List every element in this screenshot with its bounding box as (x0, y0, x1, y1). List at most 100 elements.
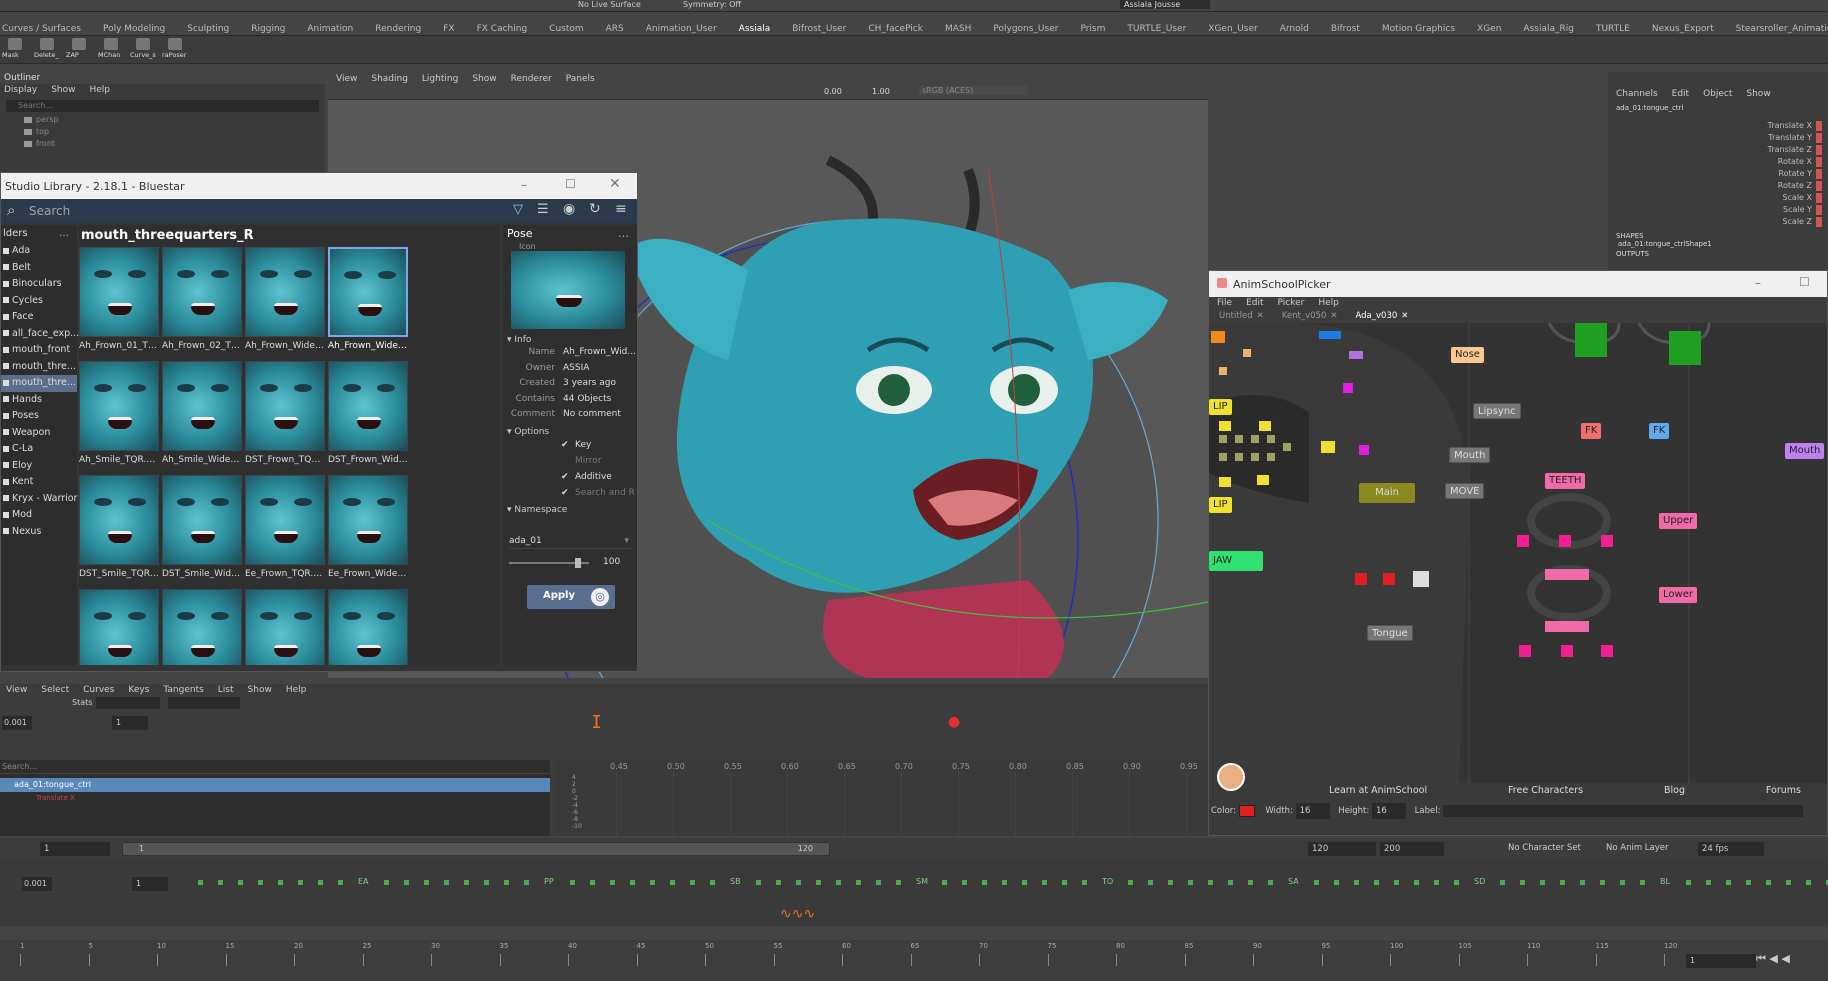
option-checkbox[interactable]: ✔ Additive (561, 469, 637, 485)
close-icon[interactable]: ✕ (1401, 311, 1408, 321)
filter-icon[interactable]: ▽ (513, 202, 523, 217)
shelf-button[interactable]: raPoser (162, 38, 190, 62)
pose-item[interactable]: DST_Smile_Wide_TQ... (162, 475, 242, 583)
shelf-button[interactable]: Mask (2, 38, 30, 62)
folder-item[interactable]: Mod (1, 507, 77, 524)
shelf-tab[interactable]: Animation (307, 24, 353, 34)
key-dot[interactable] (198, 880, 203, 885)
blend-slider[interactable]: 100 (503, 555, 637, 571)
channel-attribute[interactable]: Translate Z (1608, 144, 1822, 156)
maximize-icon[interactable]: ☐ (1799, 275, 1810, 289)
picker-control[interactable] (1321, 441, 1335, 453)
mouth-control-right[interactable]: Mouth (1785, 443, 1825, 459)
pose-item[interactable]: Ah_Frown_Wide_02_... (328, 247, 408, 355)
picker-control[interactable] (1251, 435, 1259, 443)
sliders-icon[interactable]: ☰ (537, 202, 549, 217)
picker-control[interactable] (1251, 453, 1259, 461)
graph-editor-menu-item[interactable]: Keys (128, 685, 149, 695)
key-dot[interactable] (464, 880, 469, 885)
shelf-tab[interactable]: Stearsroller_Animation (1736, 24, 1828, 34)
key-dot[interactable] (1686, 880, 1691, 885)
shelf-tab[interactable]: Nexus_Export (1652, 24, 1714, 34)
shelf-tab[interactable]: Poly Modeling (103, 24, 165, 34)
graph-editor-menu-item[interactable]: Select (41, 685, 69, 695)
symmetry-label[interactable]: Symmetry: Off (683, 0, 741, 9)
more-icon[interactable]: … (618, 225, 629, 243)
shelf-tab[interactable]: XGen_User (1208, 24, 1257, 34)
picker-control[interactable] (1235, 435, 1243, 443)
key-dot[interactable] (1002, 880, 1007, 885)
picker-control[interactable] (1517, 535, 1529, 547)
key-dot[interactable] (1354, 880, 1359, 885)
picker-control[interactable] (1545, 621, 1589, 632)
shelf-tab[interactable]: Curves / Surfaces (2, 24, 81, 34)
shelf-tab[interactable]: Arnold (1280, 24, 1309, 34)
graph-editor-menu-item[interactable]: List (218, 685, 234, 695)
pose-item[interactable] (245, 589, 325, 665)
pose-item[interactable]: Ah_Smile_TQR.pose (79, 361, 159, 469)
channel-menu-item[interactable]: Channels (1616, 89, 1658, 99)
key-dot[interactable] (876, 880, 881, 885)
fk-left-control[interactable]: FK (1581, 423, 1602, 439)
range-bar[interactable]: 1 120 (122, 842, 830, 856)
camera-icon[interactable]: ◎ (591, 587, 609, 606)
minimize-icon[interactable]: – (521, 178, 527, 192)
picker-menu-item[interactable]: File (1217, 298, 1232, 308)
anim-tool-label[interactable]: BL (1660, 877, 1670, 886)
shelf-button[interactable]: ZAP (66, 38, 94, 62)
step-key-icon[interactable]: ⵊ (592, 712, 601, 733)
anim-tool-label[interactable]: SM (916, 877, 928, 886)
picker-menu-item[interactable]: Help (1318, 298, 1339, 308)
key-dot[interactable] (1334, 880, 1339, 885)
nose-control[interactable]: Nose (1451, 347, 1484, 363)
key-dot[interactable] (1500, 880, 1505, 885)
current-frame-field[interactable]: 1 (1686, 954, 1756, 968)
key-dot[interactable] (1786, 880, 1791, 885)
menu-icon[interactable]: ≡ (615, 201, 627, 217)
key-dot[interactable] (962, 880, 967, 885)
range-max-field[interactable]: 200 (1380, 842, 1444, 856)
view-icon[interactable]: ◉ (563, 201, 575, 217)
value-field[interactable]: 0.001 (2, 716, 32, 730)
viewport-menu-item[interactable]: Show (472, 74, 496, 84)
range-start-field[interactable]: 1 (40, 842, 110, 856)
anim-tool-label[interactable]: SD (1474, 877, 1485, 886)
picker-control[interactable] (1219, 435, 1227, 443)
stats-field-2[interactable] (168, 697, 240, 709)
minimize-icon[interactable]: – (1755, 276, 1761, 290)
more-icon[interactable]: … (59, 225, 69, 243)
pose-item[interactable] (328, 589, 408, 665)
shelf-tab[interactable]: Custom (549, 24, 583, 34)
picker-control[interactable] (1413, 571, 1429, 587)
folder-item[interactable]: C-La (1, 441, 77, 458)
picker-control[interactable] (1219, 367, 1227, 375)
key-dot[interactable] (630, 880, 635, 885)
shelf-tab[interactable]: Rendering (375, 24, 421, 34)
graph-editor-menu-item[interactable]: Curves (83, 685, 114, 695)
close-icon[interactable]: ✕ (609, 176, 621, 192)
picker-control[interactable] (1559, 535, 1571, 547)
shelf-tab[interactable]: TURTLE_User (1127, 24, 1186, 34)
fk-right-control[interactable]: FK (1649, 423, 1670, 439)
picker-tab[interactable]: Untitled ✕ (1219, 309, 1264, 323)
graph-editor-menu-item[interactable]: View (6, 685, 27, 695)
key-dot[interactable] (1394, 880, 1399, 885)
viewport-menu-item[interactable]: View (336, 74, 357, 84)
channel-attribute[interactable]: Scale X (1608, 192, 1822, 204)
graph-editor-menu-item[interactable]: Help (286, 685, 307, 695)
anim-tool-label[interactable]: SB (730, 877, 741, 886)
width-field[interactable]: 16 (1295, 803, 1330, 819)
folder-item[interactable]: Kryx - Warrior (1, 491, 77, 508)
folder-item[interactable]: mouth_thre... (1, 359, 77, 376)
pose-item[interactable] (162, 589, 242, 665)
viewport-menu-item[interactable]: Renderer (511, 74, 552, 84)
channel-attribute[interactable]: Translate X (1608, 120, 1822, 132)
shelf-tab[interactable]: MASH (945, 24, 971, 34)
shelf-tab[interactable]: Bifrost (1331, 24, 1360, 34)
picker-control[interactable] (1219, 453, 1227, 461)
folder-item[interactable]: Cycles (1, 293, 77, 310)
color-swatch[interactable] (1238, 804, 1255, 817)
options-section[interactable]: ▾ Options (503, 427, 637, 437)
outliner-menu-item[interactable]: Show (51, 85, 75, 95)
key-dot[interactable] (1062, 880, 1067, 885)
